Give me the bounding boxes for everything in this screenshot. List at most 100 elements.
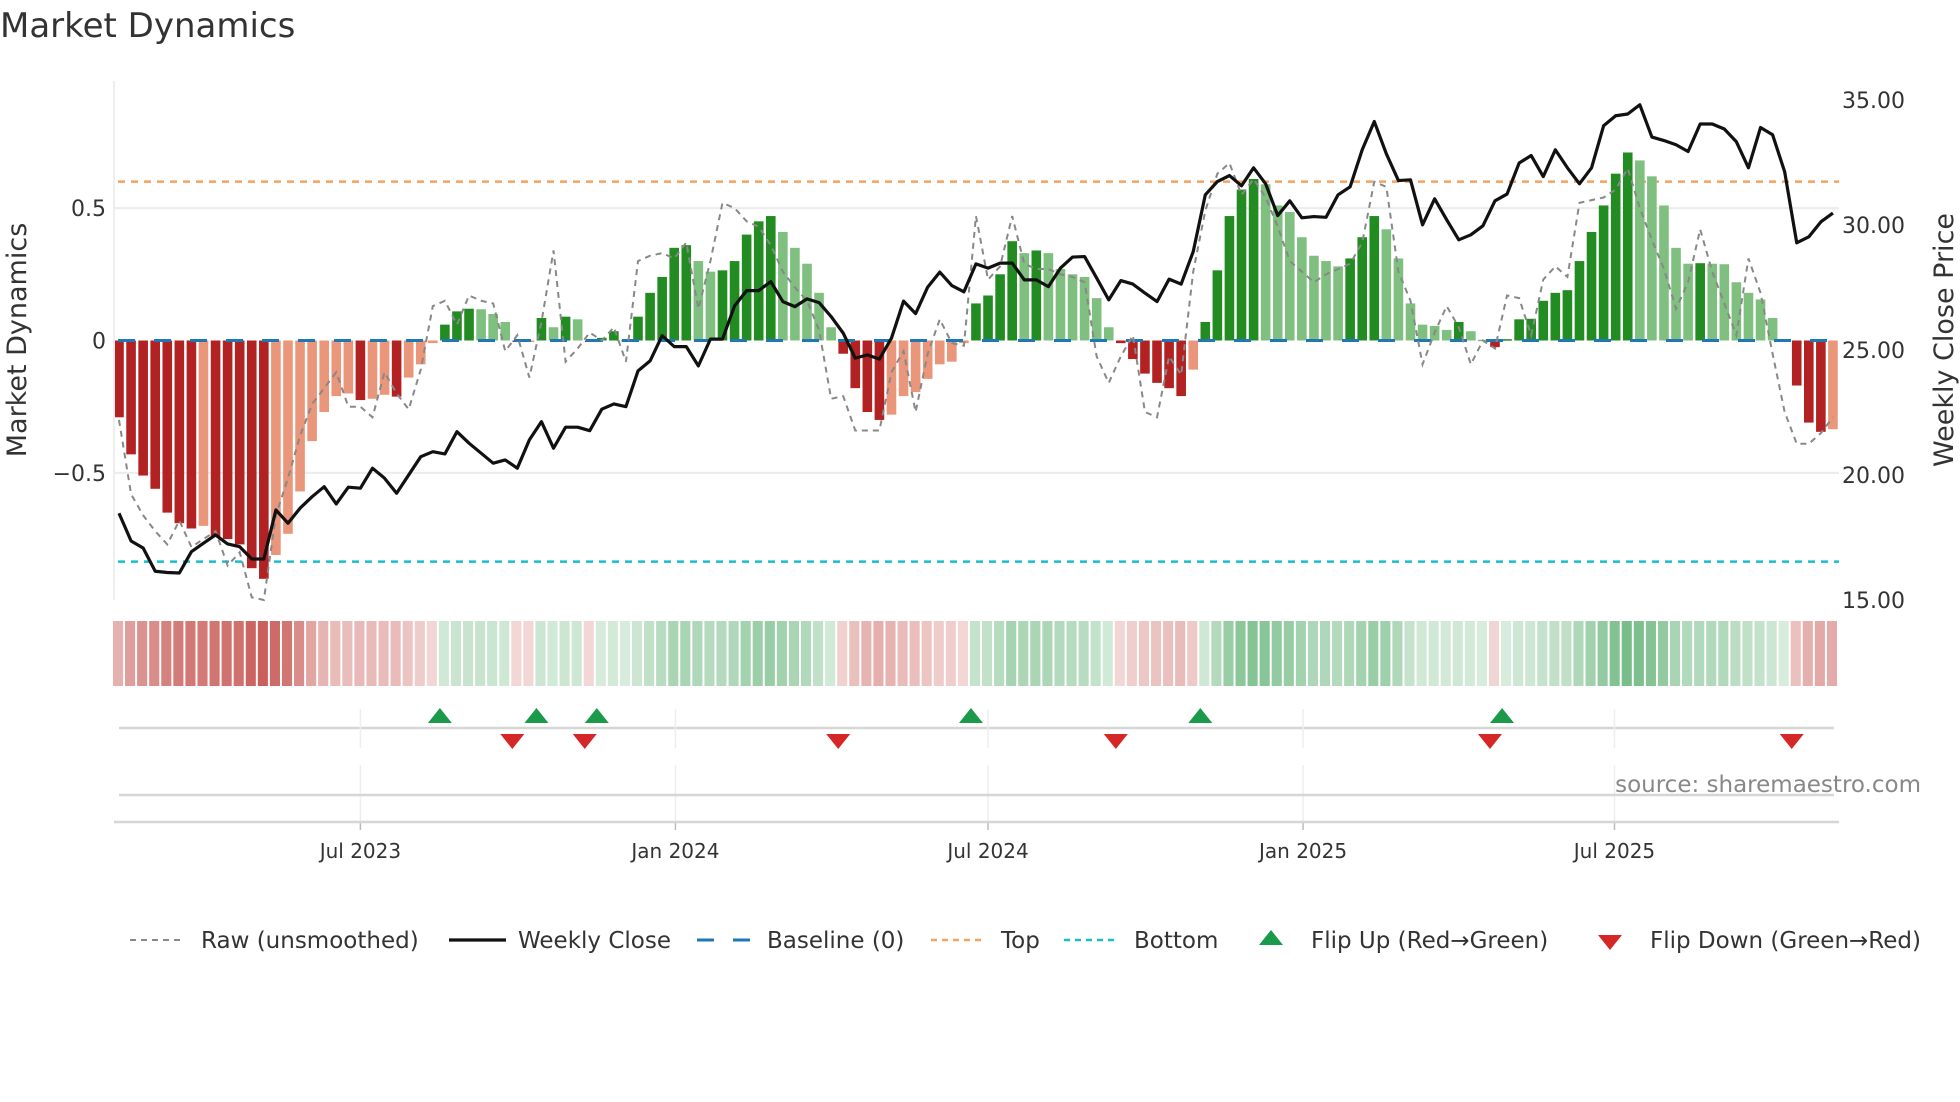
heat-strip-cell: [281, 621, 293, 686]
heat-strip-cell: [402, 621, 413, 686]
heat-strip-cell: [933, 621, 944, 686]
momentum-bar: [367, 340, 378, 399]
momentum-bar: [343, 340, 354, 394]
heat-strip-cell: [800, 621, 812, 686]
heat-strip-cell: [366, 621, 377, 686]
flip-up-marker: [1188, 708, 1213, 723]
momentum-bar: [1007, 241, 1017, 341]
heat-strip-cell: [656, 621, 667, 686]
momentum-bar: [403, 340, 414, 378]
heat-strip-cell: [1682, 621, 1693, 686]
heat-strip-cell: [921, 621, 932, 686]
heat-strip-cell: [1609, 621, 1620, 686]
market-dynamics-chart: 0.5 0 −0.5 35.00 30.00 25.00 20.00 15.00 Jul 20…: [2, 81, 1960, 954]
heat-strip-cell: [1356, 621, 1367, 686]
momentum-bar: [295, 340, 305, 492]
momentum-bar: [693, 261, 704, 341]
momentum-bar: [1200, 321, 1211, 341]
momentum-bar: [1140, 340, 1150, 374]
heat-strip-cell: [1802, 621, 1813, 686]
momentum-bar: [428, 340, 438, 344]
heat-strip-cell: [426, 621, 437, 686]
y2-axis-label: Weekly Close Price: [1929, 213, 1960, 467]
legend-label: Raw (unsmoothed): [201, 928, 419, 954]
heat-strip-cell: [1042, 621, 1053, 686]
heat-strip-cell: [535, 621, 546, 686]
heat-strip-cell: [1657, 621, 1669, 686]
momentum-bar: [1164, 340, 1174, 389]
legend-label: Bottom: [1134, 928, 1218, 954]
heat-strip-cell: [1404, 621, 1415, 686]
heat-strip-cell: [1054, 621, 1065, 686]
momentum-bar: [898, 340, 909, 397]
heat-strip-cell: [318, 621, 329, 686]
momentum-bar: [1067, 274, 1078, 341]
heat-strip-cell: [849, 621, 860, 686]
heat-strip-cell: [1766, 621, 1777, 686]
heat-strip-cell: [390, 621, 401, 686]
heat-strip-cell: [197, 621, 208, 686]
heat-strip-cell: [1295, 621, 1306, 686]
heat-strip-cell: [487, 621, 498, 686]
momentum-bar: [319, 340, 329, 412]
heat-strip-cell: [1416, 621, 1427, 686]
heat-strip-cell: [1247, 621, 1258, 686]
momentum-bar: [910, 340, 921, 393]
momentum-bar: [705, 271, 716, 341]
momentum-bar: [1755, 299, 1766, 341]
heat-strip-cell: [764, 621, 775, 686]
x-tick-label: Jan 2024: [629, 839, 719, 863]
heat-strip-cell: [161, 621, 172, 686]
momentum-bar: [1767, 317, 1778, 341]
heat-strip-cell: [1585, 621, 1596, 686]
momentum-bar: [1743, 292, 1754, 341]
momentum-bar: [1574, 261, 1585, 341]
momentum-bar: [234, 340, 245, 545]
heat-strip-cell: [776, 621, 787, 686]
heat-strip-cell: [1633, 621, 1644, 686]
momentum-bar: [1586, 231, 1597, 341]
momentum-bar: [1297, 237, 1307, 341]
momentum-bar: [476, 309, 486, 341]
heat-strip-cell: [1235, 621, 1246, 686]
heat-strip-cell: [547, 621, 558, 686]
legend-label: Top: [1000, 928, 1040, 954]
heat-strip-cell: [149, 621, 160, 686]
heat-strip-cell: [1573, 621, 1584, 686]
heat-strip-cell: [1392, 621, 1403, 686]
x-tick-label: Jan 2025: [1257, 839, 1347, 863]
heat-strip-cell: [294, 621, 305, 686]
momentum-bar: [246, 340, 257, 569]
flip-down-marker: [1103, 734, 1128, 749]
heat-strip-cell: [1066, 621, 1077, 686]
flip-down-marker: [1779, 734, 1804, 749]
momentum-bar: [753, 221, 764, 341]
heat-strip-cell: [1790, 621, 1801, 686]
momentum-bar: [886, 340, 897, 415]
heat-strip-cell: [137, 621, 148, 686]
heat-strip-cell: [1163, 621, 1174, 686]
momentum-bar: [1369, 216, 1380, 341]
heat-strip-cell: [969, 621, 981, 686]
y-tick-label: 0.5: [71, 197, 106, 222]
heat-strip-cell: [257, 621, 268, 686]
heat-strip-cell: [1428, 621, 1439, 686]
heat-strip-cell: [1597, 621, 1608, 686]
momentum-bar: [1695, 263, 1705, 341]
heat-strip-cell: [112, 621, 124, 686]
momentum-bar: [934, 340, 945, 365]
heat-strip-cell: [813, 621, 824, 686]
momentum-bar: [1260, 184, 1271, 341]
heat-strip-cell: [752, 621, 763, 686]
heat-strip-cell: [221, 621, 232, 686]
flip-down-marker: [1477, 734, 1502, 749]
heat-strip-cell: [957, 621, 968, 686]
heat-strip-cell: [342, 621, 353, 686]
heat-strip-cell: [1380, 621, 1391, 686]
heat-strip-cell: [1778, 621, 1789, 686]
heat-strip-cell: [499, 621, 510, 686]
momentum-bar: [1550, 292, 1561, 341]
momentum-bar: [126, 340, 136, 455]
momentum-bar: [1514, 319, 1524, 341]
source-credit: source: sharemaestro.com: [1615, 772, 1921, 798]
